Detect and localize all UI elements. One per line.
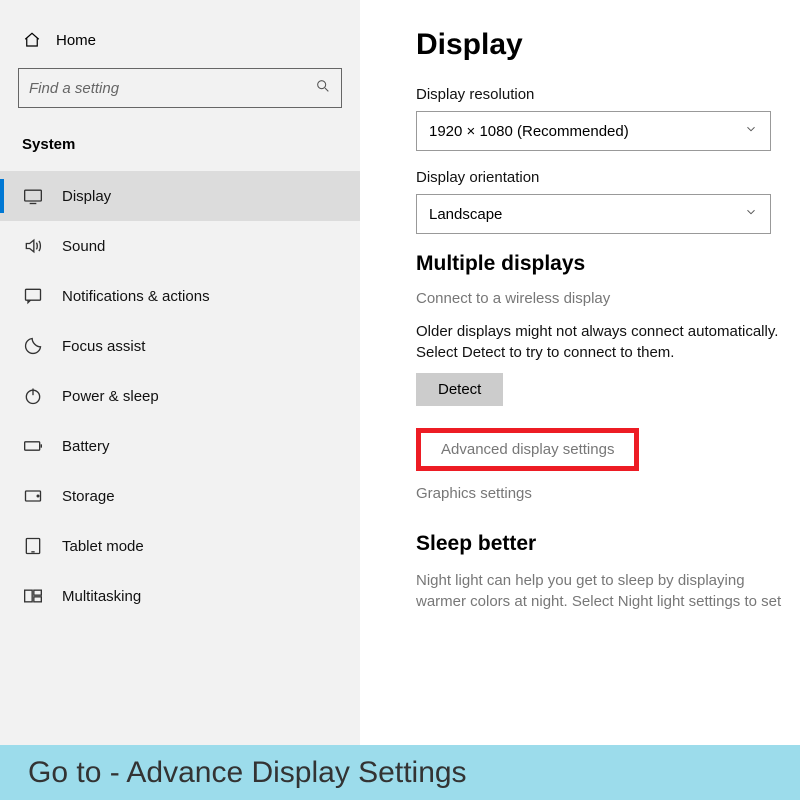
sidebar-item-label: Tablet mode — [62, 538, 144, 555]
storage-icon — [22, 485, 44, 507]
display-icon — [22, 185, 44, 207]
sidebar-item-notifications[interactable]: Notifications & actions — [0, 271, 360, 321]
sidebar-item-label: Display — [62, 188, 111, 205]
detect-button[interactable]: Detect — [416, 373, 503, 406]
sidebar-item-tablet-mode[interactable]: Tablet mode — [0, 521, 360, 571]
wireless-display-link[interactable]: Connect to a wireless display — [416, 290, 790, 307]
sidebar-item-battery[interactable]: Battery — [0, 421, 360, 471]
sidebar-item-multitasking[interactable]: Multitasking — [0, 571, 360, 621]
sidebar-nav: Display Sound Notifications & actions Fo… — [0, 171, 360, 621]
sidebar-item-label: Storage — [62, 488, 115, 505]
sleep-better-heading: Sleep better — [416, 532, 790, 556]
resolution-value: 1920 × 1080 (Recommended) — [429, 123, 629, 140]
orientation-value: Landscape — [429, 206, 502, 223]
search-icon — [315, 78, 331, 98]
notifications-icon — [22, 285, 44, 307]
graphics-settings-link[interactable]: Graphics settings — [416, 485, 790, 502]
sidebar-item-label: Notifications & actions — [62, 288, 210, 305]
chevron-down-icon — [744, 205, 758, 223]
power-icon — [22, 385, 44, 407]
sidebar-item-label: Sound — [62, 238, 105, 255]
sidebar-item-storage[interactable]: Storage — [0, 471, 360, 521]
battery-icon — [22, 435, 44, 457]
sidebar-item-sound[interactable]: Sound — [0, 221, 360, 271]
multitasking-icon — [22, 585, 44, 607]
sleep-better-text: Night light can help you get to sleep by… — [416, 570, 790, 612]
sidebar-home[interactable]: Home — [0, 20, 360, 64]
sound-icon — [22, 235, 44, 257]
orientation-label: Display orientation — [416, 169, 790, 186]
sidebar-item-display[interactable]: Display — [0, 171, 360, 221]
sidebar-item-label: Battery — [62, 438, 110, 455]
chevron-down-icon — [744, 122, 758, 140]
sidebar-item-label: Multitasking — [62, 588, 141, 605]
tablet-icon — [22, 535, 44, 557]
instruction-banner: Go to - Advance Display Settings — [0, 745, 800, 800]
home-icon — [22, 30, 42, 50]
resolution-dropdown[interactable]: 1920 × 1080 (Recommended) — [416, 111, 771, 151]
sidebar-item-label: Power & sleep — [62, 388, 159, 405]
sidebar-section-label: System — [0, 126, 360, 171]
resolution-label: Display resolution — [416, 86, 790, 103]
sidebar-item-focus-assist[interactable]: Focus assist — [0, 321, 360, 371]
advanced-display-settings-link[interactable]: Advanced display settings — [416, 428, 639, 471]
focus-assist-icon — [22, 335, 44, 357]
sidebar-item-label: Focus assist — [62, 338, 145, 355]
sidebar-item-power-sleep[interactable]: Power & sleep — [0, 371, 360, 421]
older-displays-text: Older displays might not always connect … — [416, 321, 790, 363]
instruction-banner-text: Go to - Advance Display Settings — [28, 756, 467, 790]
sidebar-home-label: Home — [56, 32, 96, 49]
sidebar: Home System Display Sound — [0, 0, 360, 745]
search-input[interactable] — [29, 80, 315, 97]
orientation-dropdown[interactable]: Landscape — [416, 194, 771, 234]
main-content: Display Display resolution 1920 × 1080 (… — [360, 0, 800, 745]
multiple-displays-heading: Multiple displays — [416, 252, 790, 276]
page-title: Display — [416, 28, 790, 62]
search-input-wrap[interactable] — [18, 68, 342, 108]
